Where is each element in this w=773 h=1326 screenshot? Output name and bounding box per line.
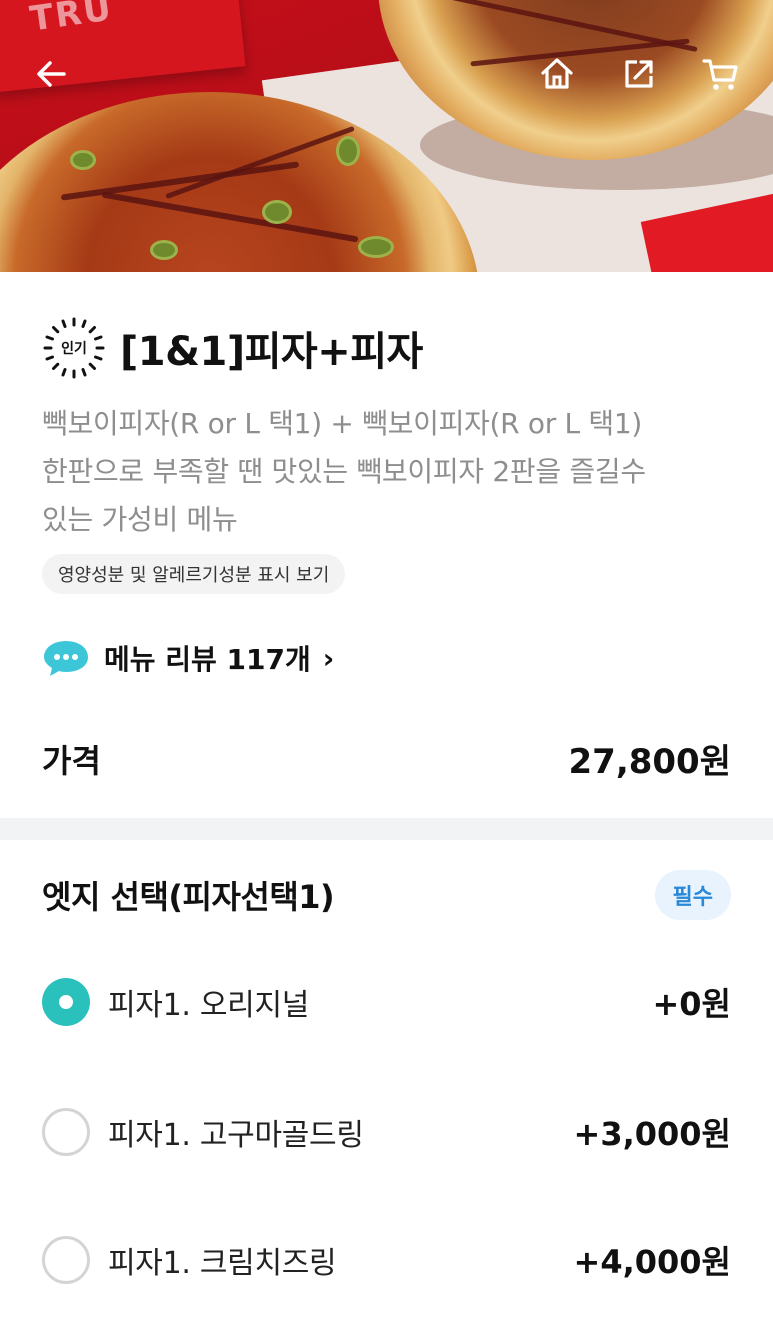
option-label: 피자1. 크림치즈링 xyxy=(108,1246,337,1281)
option-group-header: 엣지 선택(피자선택1) 필수 xyxy=(42,870,731,920)
description-line: 있는 가성비 메뉴 xyxy=(42,503,238,536)
back-arrow-icon xyxy=(37,61,66,87)
badge-label: 인기 xyxy=(61,341,87,357)
nutrition-allergy-button[interactable]: 영양성분 및 알레르기성분 표시 보기 xyxy=(42,554,346,594)
radio-button[interactable] xyxy=(42,1108,90,1156)
back-button[interactable] xyxy=(30,52,74,96)
description-line: 빽보이피자(R or L 택1) + 빽보이피자(R or L 택1) xyxy=(42,407,643,440)
price-value: 27,800원 xyxy=(568,742,731,782)
home-button[interactable] xyxy=(535,52,579,96)
option-left: 피자1. 오리지널 xyxy=(42,978,309,1026)
chevron-right-icon: › xyxy=(322,641,335,675)
price-row: 가격 27,800원 xyxy=(42,734,731,783)
topping xyxy=(70,150,96,170)
cart-icon xyxy=(702,59,738,90)
topping xyxy=(336,136,360,166)
option-row[interactable]: 피자1. 크림치즈링 +4,000원 xyxy=(42,1230,731,1290)
speech-bubble-icon xyxy=(44,641,88,676)
option-row[interactable]: 피자1. 오리지널 +0원 xyxy=(42,972,731,1032)
radio-button[interactable] xyxy=(42,1236,90,1284)
option-price: +4,000원 xyxy=(573,1243,731,1281)
share-icon xyxy=(625,60,653,88)
radio-button-selected[interactable] xyxy=(42,978,90,1026)
option-group-title: 엣지 선택(피자선택1) xyxy=(42,878,335,916)
title-row: 인기 [1&1]피자+피자 xyxy=(42,316,423,380)
topping xyxy=(358,236,394,258)
topping xyxy=(262,200,292,224)
home-icon xyxy=(541,58,573,89)
share-button[interactable] xyxy=(617,52,661,96)
price-label: 가격 xyxy=(42,741,101,780)
option-label: 피자1. 고구마골드링 xyxy=(108,1118,364,1153)
product-description: 빽보이피자(R or L 택1) + 빽보이피자(R or L 택1) 한판으로… xyxy=(42,400,742,544)
topping xyxy=(150,240,178,260)
product-hero-image: TRU xyxy=(0,0,773,272)
option-row[interactable]: 피자1. 고구마골드링 +3,000원 xyxy=(42,1102,731,1162)
option-price: +3,000원 xyxy=(573,1115,731,1153)
required-badge: 필수 xyxy=(654,870,731,920)
option-left: 피자1. 크림치즈링 xyxy=(42,1236,337,1284)
review-count-label: 메뉴 리뷰 117개 xyxy=(104,643,311,676)
description-line: 한판으로 부족할 땐 맛있는 빽보이피자 2판을 즐길수 xyxy=(42,455,646,488)
option-price: +0원 xyxy=(652,985,731,1023)
cart-button[interactable] xyxy=(699,52,743,96)
section-divider xyxy=(0,818,773,840)
menu-review-link[interactable]: 메뉴 리뷰 117개 › xyxy=(42,638,334,678)
option-label: 피자1. 오리지널 xyxy=(108,988,310,1023)
option-left: 피자1. 고구마골드링 xyxy=(42,1108,364,1156)
popular-badge: 인기 xyxy=(42,316,106,380)
product-title: [1&1]피자+피자 xyxy=(120,329,423,375)
